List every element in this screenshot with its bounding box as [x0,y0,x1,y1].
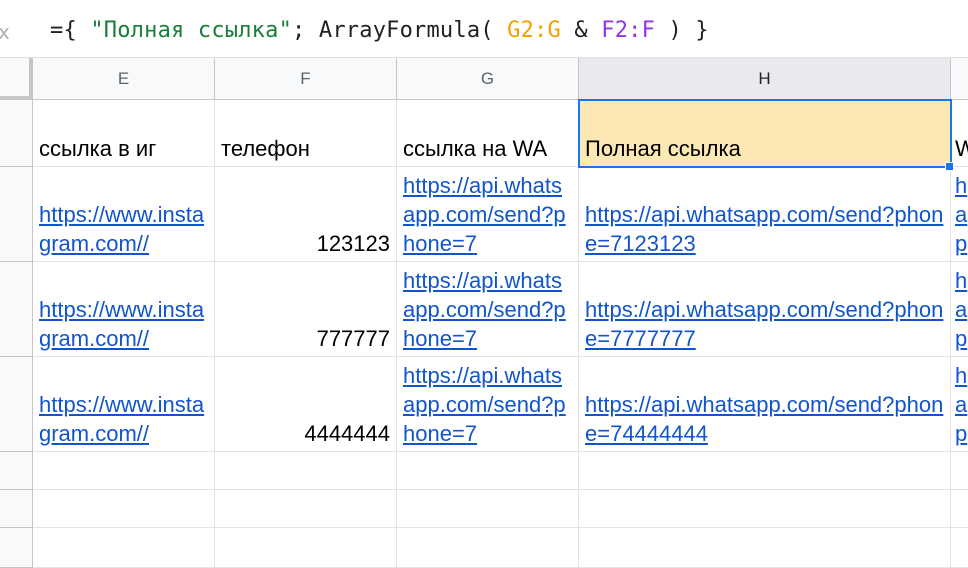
cell-g1-text: ссылка на WA [403,136,548,161]
cell-f2-text: 123123 [316,231,390,256]
cell-e7[interactable] [33,528,215,568]
cell-h6[interactable] [579,490,951,528]
cell-g2[interactable]: https://api.whatsapp.com/send?phone=7 [397,167,579,262]
cell-h7[interactable] [579,528,951,568]
row-header-3[interactable] [0,262,33,357]
row-header-7[interactable] [0,528,33,568]
cell-g3[interactable]: https://api.whatsapp.com/send?phone=7 [397,262,579,357]
cell-f7[interactable] [215,528,397,568]
cell-g3-link[interactable]: https://api.whatsapp.com/send?phone=7 [403,266,572,353]
cell-g1[interactable]: ссылка на WA [397,100,579,167]
cell-i1-text: W [955,134,968,163]
row-header-6[interactable] [0,490,33,528]
column-header-h[interactable]: H [579,58,951,100]
column-header-f[interactable]: F [215,58,397,100]
cell-i1[interactable]: W [951,100,968,167]
cell-h1[interactable]: Полная ссылка [579,100,951,167]
cell-e5[interactable] [33,452,215,490]
cell-h1-text: Полная ссылка [585,136,741,161]
select-all-corner[interactable] [0,58,33,100]
cell-i5[interactable] [951,452,968,490]
cell-i3-link[interactable]: h a p [955,266,968,353]
cell-e3-link[interactable]: https://www.instagram.com// [39,295,208,353]
cell-h2[interactable]: https://api.whatsapp.com/send?phone=7123… [579,167,951,262]
cell-e1[interactable]: ссылка в иг [33,100,215,167]
cell-i2[interactable]: h a p [951,167,968,262]
cell-i7[interactable] [951,528,968,568]
formula-mid: ; ArrayFormula( [292,18,508,43]
fill-handle[interactable] [945,162,954,171]
cell-h4-link[interactable]: https://api.whatsapp.com/send?phone=7444… [585,390,944,448]
formula-ref-f: F2:F [601,18,656,43]
cell-f5[interactable] [215,452,397,490]
cell-g7[interactable] [397,528,579,568]
cell-g4-link[interactable]: https://api.whatsapp.com/send?phone=7 [403,361,572,448]
formula-bar[interactable]: x ={ "Полная ссылка"; ArrayFormula( G2:G… [0,0,968,58]
cell-i4-link[interactable]: h a p [955,361,968,448]
cell-h3[interactable]: https://api.whatsapp.com/send?phone=7777… [579,262,951,357]
formula-input[interactable]: ={ "Полная ссылка"; ArrayFormula( G2:G &… [50,18,709,43]
cell-f1-text: телефон [221,136,310,161]
column-header-e[interactable]: E [33,58,215,100]
formula-open: ={ [50,18,91,43]
cell-i2-link[interactable]: h a p [955,171,968,258]
cell-f2[interactable]: 123123 [215,167,397,262]
cell-i3[interactable]: h a p [951,262,968,357]
cell-e6[interactable] [33,490,215,528]
cell-e2-link[interactable]: https://www.instagram.com// [39,200,208,258]
cell-e3[interactable]: https://www.instagram.com// [33,262,215,357]
cell-h5[interactable] [579,452,951,490]
cell-f4[interactable]: 4444444 [215,357,397,452]
formula-amp: & [560,18,602,43]
cell-f4-text: 4444444 [304,421,390,446]
cell-i4[interactable]: h a p [951,357,968,452]
cell-h2-link[interactable]: https://api.whatsapp.com/send?phone=7123… [585,200,944,258]
row-header-1[interactable] [0,100,33,167]
cell-g2-link[interactable]: https://api.whatsapp.com/send?phone=7 [403,171,572,258]
cell-e1-text: ссылка в иг [39,136,157,161]
cell-e4-link[interactable]: https://www.instagram.com// [39,390,208,448]
cell-g4[interactable]: https://api.whatsapp.com/send?phone=7 [397,357,579,452]
cell-g5[interactable] [397,452,579,490]
spreadsheet-grid[interactable]: E F G H ссылка в иг телефон ссылка на WA… [0,58,968,568]
cell-i6[interactable] [951,490,968,528]
column-header-g[interactable]: G [397,58,579,100]
row-header-5[interactable] [0,452,33,490]
cell-f6[interactable] [215,490,397,528]
formula-string: "Полная ссылка" [90,18,293,43]
cell-e2[interactable]: https://www.instagram.com// [33,167,215,262]
cell-h3-link[interactable]: https://api.whatsapp.com/send?phone=7777… [585,295,944,353]
formula-close: ) } [655,18,709,43]
cell-f1[interactable]: телефон [215,100,397,167]
formula-ref-g: G2:G [507,18,561,43]
cell-g6[interactable] [397,490,579,528]
cell-f3[interactable]: 777777 [215,262,397,357]
row-header-2[interactable] [0,167,33,262]
cell-f3-text: 777777 [316,326,390,351]
cell-h4[interactable]: https://api.whatsapp.com/send?phone=7444… [579,357,951,452]
row-header-4[interactable] [0,357,33,452]
column-header-i[interactable] [951,58,968,100]
cell-e4[interactable]: https://www.instagram.com// [33,357,215,452]
fx-icon: x [0,20,10,44]
